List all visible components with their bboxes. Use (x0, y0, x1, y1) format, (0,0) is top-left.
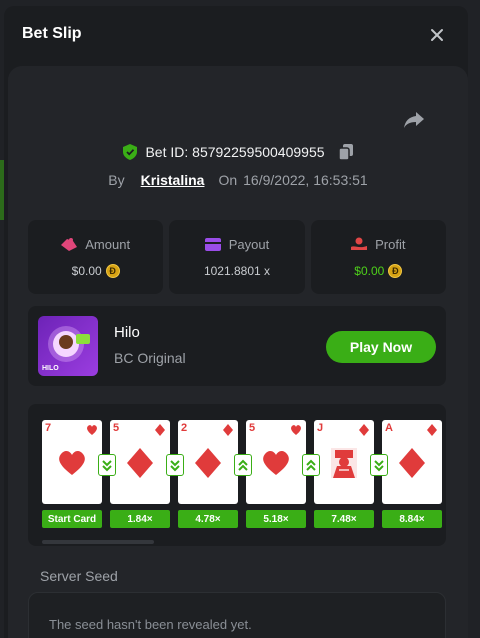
card-rank: A (385, 422, 393, 434)
jack-face-icon (331, 448, 357, 478)
diamond-icon (223, 424, 233, 436)
game-card: HILO Hilo BC Original Play Now (28, 306, 446, 386)
modal-header: Bet Slip (4, 6, 468, 62)
multiplier-badge: 8.84× (382, 510, 442, 528)
play-now-button[interactable]: Play Now (326, 331, 436, 363)
on-label: On (218, 172, 238, 188)
arrow-up-icon (234, 454, 252, 476)
playing-card: A (382, 420, 442, 504)
card-item: J 7.48× (314, 420, 374, 528)
stat-profit-value: $0.00 (354, 263, 385, 278)
stat-amount: Amount $0.00 Ð (28, 220, 164, 294)
hilo-game-thumbnail[interactable]: HILO (38, 316, 98, 376)
card-item: A 8.84× (382, 420, 442, 528)
bet-id: Bet ID: 85792259500409955 (145, 144, 325, 160)
card-item: 5 5.18× (246, 420, 306, 528)
profit-icon (351, 237, 368, 250)
bet-id-row: Bet ID: 85792259500409955 (8, 144, 468, 160)
card-item: 2 4.78× (178, 420, 238, 528)
card-rank: 5 (113, 422, 120, 434)
stat-profit-label: Profit (375, 236, 406, 252)
share-icon[interactable] (402, 110, 426, 130)
multiplier-badge: Start Card (42, 510, 102, 528)
multiplier-badge: 4.78× (178, 510, 238, 528)
arrow-down-icon (166, 454, 184, 476)
wallet-icon (204, 237, 221, 251)
bet-author-row: By Kristalina On 16/9/2022, 16:53:51 (8, 172, 468, 188)
multiplier-badge: 5.18× (246, 510, 306, 528)
card-item: 7 Start Card (42, 420, 102, 528)
heart-icon (263, 451, 289, 475)
shield-check-icon (123, 144, 138, 160)
playing-card: 2 (178, 420, 238, 504)
stat-amount-value: $0.00 (71, 263, 102, 278)
stat-amount-label: Amount (85, 236, 131, 252)
diamond-icon (427, 424, 437, 436)
diamond-icon (127, 448, 153, 478)
heart-icon (59, 451, 85, 475)
by-label: By (108, 172, 125, 188)
game-name: Hilo (114, 324, 140, 341)
card-item: 5 1.84× (110, 420, 170, 528)
card-rank: 5 (249, 422, 256, 434)
card-rank: 2 (181, 422, 188, 434)
coin-icon: Ð (105, 263, 120, 278)
heart-icon (291, 425, 301, 435)
playing-card: J (314, 420, 374, 504)
card-rank: J (317, 422, 324, 434)
game-provider: BC Original (114, 350, 186, 366)
diamond-icon (359, 424, 369, 436)
playing-card: 7 (42, 420, 102, 504)
diamond-icon (399, 448, 425, 478)
modal-title: Bet Slip (22, 25, 82, 42)
hilo-logo-icon: HILO (42, 326, 90, 372)
bet-datetime: 16/9/2022, 16:53:51 (243, 172, 368, 188)
horizontal-scrollbar[interactable] (42, 540, 154, 544)
copy-icon[interactable] (338, 144, 353, 160)
amount-icon (61, 238, 78, 251)
server-seed-label: Server Seed (40, 568, 118, 584)
playing-card: 5 (110, 420, 170, 504)
arrow-up-icon (302, 454, 320, 476)
heart-icon (87, 425, 97, 435)
multiplier-badge: 1.84× (110, 510, 170, 528)
stats-row: Amount $0.00 Ð Payout 1021.8801 x Profit… (28, 220, 446, 294)
stat-profit: Profit $0.00 Ð (310, 220, 446, 294)
server-seed-box: The seed hasn't been revealed yet. (28, 592, 446, 638)
diamond-icon (155, 424, 165, 436)
bet-detail-panel: Bet ID: 85792259500409955 By Kristalina … (8, 66, 468, 638)
coin-icon: Ð (388, 263, 403, 278)
arrow-down-icon (98, 454, 116, 476)
stat-payout: Payout 1021.8801 x (169, 220, 305, 294)
diamond-icon (195, 448, 221, 478)
stat-payout-value: 1021.8801 x (203, 263, 271, 278)
close-icon[interactable] (428, 26, 446, 44)
stat-payout-label: Payout (228, 236, 270, 252)
bet-slip-modal: Bet Slip Bet ID: 85792259500409955 By Kr… (4, 6, 468, 638)
server-seed-text: The seed hasn't been revealed yet. (49, 617, 252, 632)
card-rank: 7 (45, 422, 52, 434)
hilo-cards-panel[interactable]: 7 Start Card 5 1.84× 2 4.78× 5 5.18× J 7.48× A 8.84… (28, 404, 446, 546)
thumb-text: HILO (42, 365, 59, 372)
arrow-down-icon (370, 454, 388, 476)
playing-card: 5 (246, 420, 306, 504)
multiplier-badge: 7.48× (314, 510, 374, 528)
username-link[interactable]: Kristalina (141, 172, 205, 188)
